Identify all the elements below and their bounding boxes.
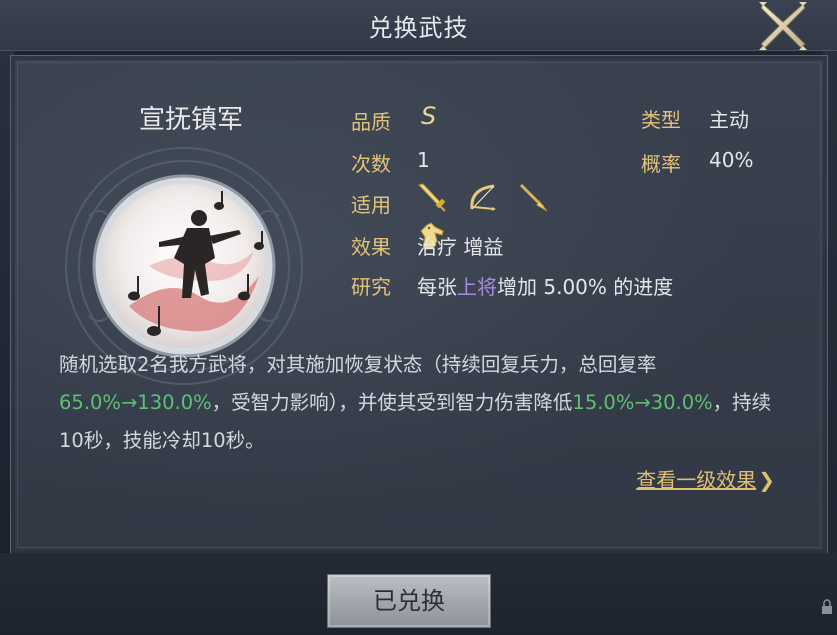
research-prefix: 每张 <box>417 275 457 299</box>
heal-rate-value: 65.0%→130.0% <box>59 391 212 414</box>
dialog-header: 兑换武技 <box>0 0 837 51</box>
chance-label: 概率 <box>641 152 681 176</box>
redeemed-button[interactable]: 已兑换 <box>327 574 491 628</box>
close-x-icon <box>759 2 807 50</box>
research-value: 每张上将增加 5.00% 的进度 <box>417 271 673 300</box>
research-label: 研究 <box>351 275 391 299</box>
count-value: 1 <box>417 148 430 172</box>
effect-label: 效果 <box>351 235 391 259</box>
view-level1-effect-label: 查看一级效果 <box>636 468 757 492</box>
sword-icon <box>418 183 446 212</box>
bow-icon <box>470 184 497 211</box>
view-level1-effect-link[interactable]: 查看一级效果 ❯ <box>636 464 775 493</box>
spear-icon <box>520 183 548 212</box>
applicable-icons <box>415 181 605 250</box>
quality-value: S <box>421 102 437 130</box>
skill-name: 宣抚镇军 <box>138 105 243 135</box>
research-suffix: 增加 5.00% 的进度 <box>497 275 674 299</box>
dialog-title: 兑换武技 <box>368 14 469 42</box>
effect-value: 治疗 增益 <box>417 235 504 259</box>
research-highlight: 上将 <box>457 275 497 299</box>
count-label: 次数 <box>351 152 391 176</box>
damage-reduction-value: 15.0%→30.0% <box>572 391 713 414</box>
skill-panel: 宣抚镇军 品质 S 类型 主动 次数 1 概率 40% 适用 效果 治疗 增益 … <box>10 55 828 555</box>
type-value: 主动 <box>709 108 749 132</box>
lock-icon <box>822 599 832 614</box>
close-button[interactable] <box>757 0 809 52</box>
type-label: 类型 <box>641 108 681 132</box>
applicable-label: 适用 <box>351 193 391 217</box>
description-part1: 随机选取2名我方武将，对其施加恢复状态（持续回复兵力，总回复率 <box>59 353 657 376</box>
chevron-right-icon: ❯ <box>758 468 775 492</box>
skill-description: 随机选取2名我方武将，对其施加恢复状态（持续回复兵力，总回复率 65.0%→130… <box>59 346 779 460</box>
quality-label: 品质 <box>351 110 391 134</box>
chance-value: 40% <box>709 148 754 172</box>
description-part2: ，受智力影响），并使其受到智力伤害降低 <box>211 391 573 414</box>
